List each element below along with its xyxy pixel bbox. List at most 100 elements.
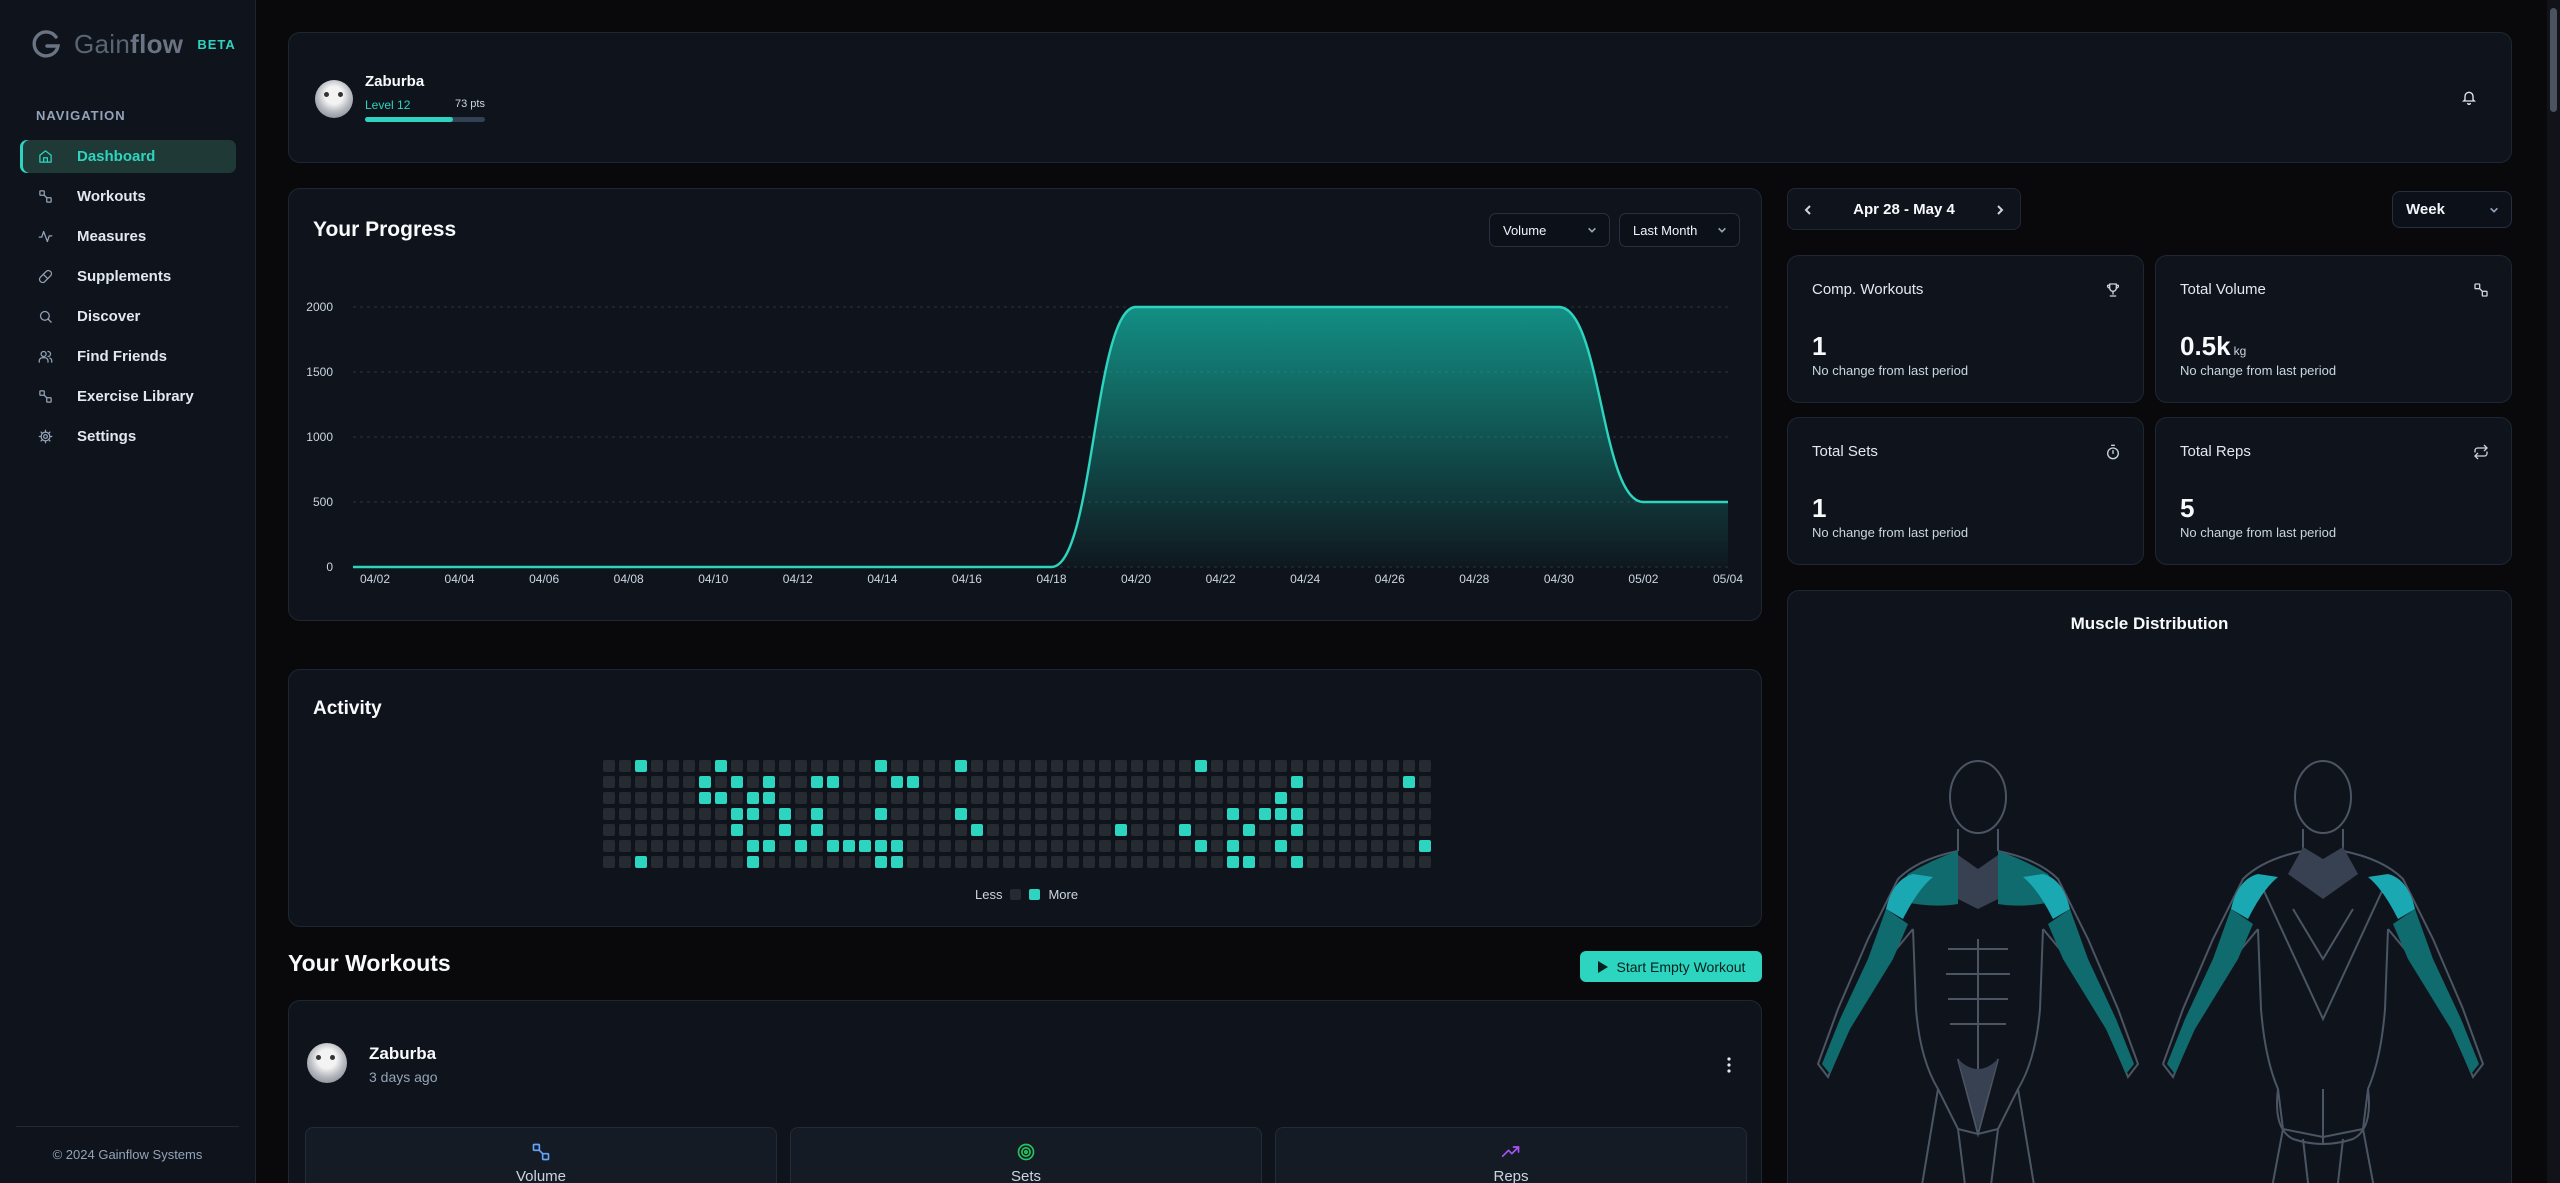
bell-icon[interactable] — [2461, 89, 2477, 105]
activity-cell[interactable] — [1323, 840, 1335, 852]
activity-cell-active[interactable] — [955, 808, 967, 820]
activity-cell[interactable] — [1355, 824, 1367, 836]
activity-cell[interactable] — [1131, 856, 1143, 868]
activity-cell[interactable] — [1035, 808, 1047, 820]
activity-cell[interactable] — [683, 760, 695, 772]
activity-cell[interactable] — [1163, 824, 1175, 836]
activity-cell-active[interactable] — [827, 840, 839, 852]
activity-cell[interactable] — [1163, 856, 1175, 868]
activity-cell-active[interactable] — [747, 840, 759, 852]
activity-cell[interactable] — [619, 792, 631, 804]
activity-cell[interactable] — [1227, 776, 1239, 788]
activity-cell-active[interactable] — [1259, 808, 1271, 820]
activity-cell[interactable] — [811, 840, 823, 852]
activity-cell[interactable] — [1131, 824, 1143, 836]
activity-cell[interactable] — [1211, 760, 1223, 772]
activity-cell[interactable] — [1275, 776, 1287, 788]
activity-cell[interactable] — [1403, 840, 1415, 852]
activity-cell[interactable] — [1339, 808, 1351, 820]
activity-cell-active[interactable] — [1291, 824, 1303, 836]
activity-cell[interactable] — [1163, 760, 1175, 772]
activity-cell[interactable] — [1259, 840, 1271, 852]
activity-cell[interactable] — [1371, 840, 1383, 852]
activity-cell[interactable] — [1387, 824, 1399, 836]
activity-cell[interactable] — [1035, 776, 1047, 788]
start-empty-workout-button[interactable]: Start Empty Workout — [1580, 951, 1762, 982]
activity-cell[interactable] — [1083, 840, 1095, 852]
activity-cell-active[interactable] — [843, 840, 855, 852]
activity-cell[interactable] — [795, 808, 807, 820]
activity-cell-active[interactable] — [875, 808, 887, 820]
activity-cell-active[interactable] — [859, 840, 871, 852]
activity-cell[interactable] — [1387, 792, 1399, 804]
activity-cell[interactable] — [1147, 760, 1159, 772]
activity-cell[interactable] — [1419, 856, 1431, 868]
activity-cell[interactable] — [1099, 824, 1111, 836]
activity-cell[interactable] — [859, 760, 871, 772]
activity-cell[interactable] — [795, 824, 807, 836]
activity-cell[interactable] — [1051, 856, 1063, 868]
activity-cell[interactable] — [715, 840, 727, 852]
activity-cell[interactable] — [715, 824, 727, 836]
activity-cell[interactable] — [779, 856, 791, 868]
activity-cell[interactable] — [1419, 808, 1431, 820]
activity-cell[interactable] — [939, 808, 951, 820]
activity-cell-active[interactable] — [779, 808, 791, 820]
activity-cell[interactable] — [763, 760, 775, 772]
activity-cell[interactable] — [1067, 776, 1079, 788]
activity-cell[interactable] — [827, 856, 839, 868]
activity-cell[interactable] — [1323, 856, 1335, 868]
activity-cell[interactable] — [699, 808, 711, 820]
activity-cell[interactable] — [1211, 840, 1223, 852]
sidebar-item-settings[interactable]: Settings — [20, 420, 236, 453]
activity-cell[interactable] — [827, 808, 839, 820]
activity-cell[interactable] — [955, 776, 967, 788]
activity-cell[interactable] — [635, 840, 647, 852]
activity-cell[interactable] — [971, 808, 983, 820]
activity-cell[interactable] — [1387, 808, 1399, 820]
activity-cell[interactable] — [651, 776, 663, 788]
activity-cell-active[interactable] — [1275, 808, 1287, 820]
activity-cell[interactable] — [635, 824, 647, 836]
activity-cell[interactable] — [1195, 808, 1207, 820]
activity-cell[interactable] — [1003, 792, 1015, 804]
activity-cell[interactable] — [923, 808, 935, 820]
activity-cell[interactable] — [715, 776, 727, 788]
sidebar-item-find-friends[interactable]: Find Friends — [20, 340, 236, 373]
activity-cell[interactable] — [1035, 840, 1047, 852]
activity-cell[interactable] — [1163, 808, 1175, 820]
activity-cell-active[interactable] — [1275, 840, 1287, 852]
activity-cell[interactable] — [1371, 808, 1383, 820]
activity-cell-active[interactable] — [699, 776, 711, 788]
activity-cell[interactable] — [1323, 776, 1335, 788]
activity-cell[interactable] — [1083, 824, 1095, 836]
activity-cell-active[interactable] — [875, 840, 887, 852]
activity-cell[interactable] — [987, 824, 999, 836]
activity-cell[interactable] — [1339, 776, 1351, 788]
activity-cell[interactable] — [1275, 824, 1287, 836]
activity-cell-active[interactable] — [811, 776, 823, 788]
activity-cell[interactable] — [1019, 760, 1031, 772]
activity-cell[interactable] — [1243, 776, 1255, 788]
activity-cell[interactable] — [971, 760, 983, 772]
activity-cell[interactable] — [907, 824, 919, 836]
activity-cell[interactable] — [731, 760, 743, 772]
activity-cell[interactable] — [859, 792, 871, 804]
activity-cell[interactable] — [1051, 760, 1063, 772]
activity-cell[interactable] — [731, 840, 743, 852]
activity-cell[interactable] — [699, 760, 711, 772]
activity-cell[interactable] — [715, 808, 727, 820]
activity-cell[interactable] — [651, 840, 663, 852]
activity-cell[interactable] — [1291, 840, 1303, 852]
activity-cell-active[interactable] — [763, 776, 775, 788]
activity-cell[interactable] — [875, 776, 887, 788]
activity-cell[interactable] — [1307, 824, 1319, 836]
activity-cell[interactable] — [827, 760, 839, 772]
activity-cell[interactable] — [1403, 808, 1415, 820]
activity-cell-active[interactable] — [1195, 760, 1207, 772]
activity-cell[interactable] — [1067, 808, 1079, 820]
activity-cell[interactable] — [1403, 856, 1415, 868]
activity-cell-active[interactable] — [891, 856, 903, 868]
activity-cell[interactable] — [859, 776, 871, 788]
activity-cell-active[interactable] — [763, 840, 775, 852]
